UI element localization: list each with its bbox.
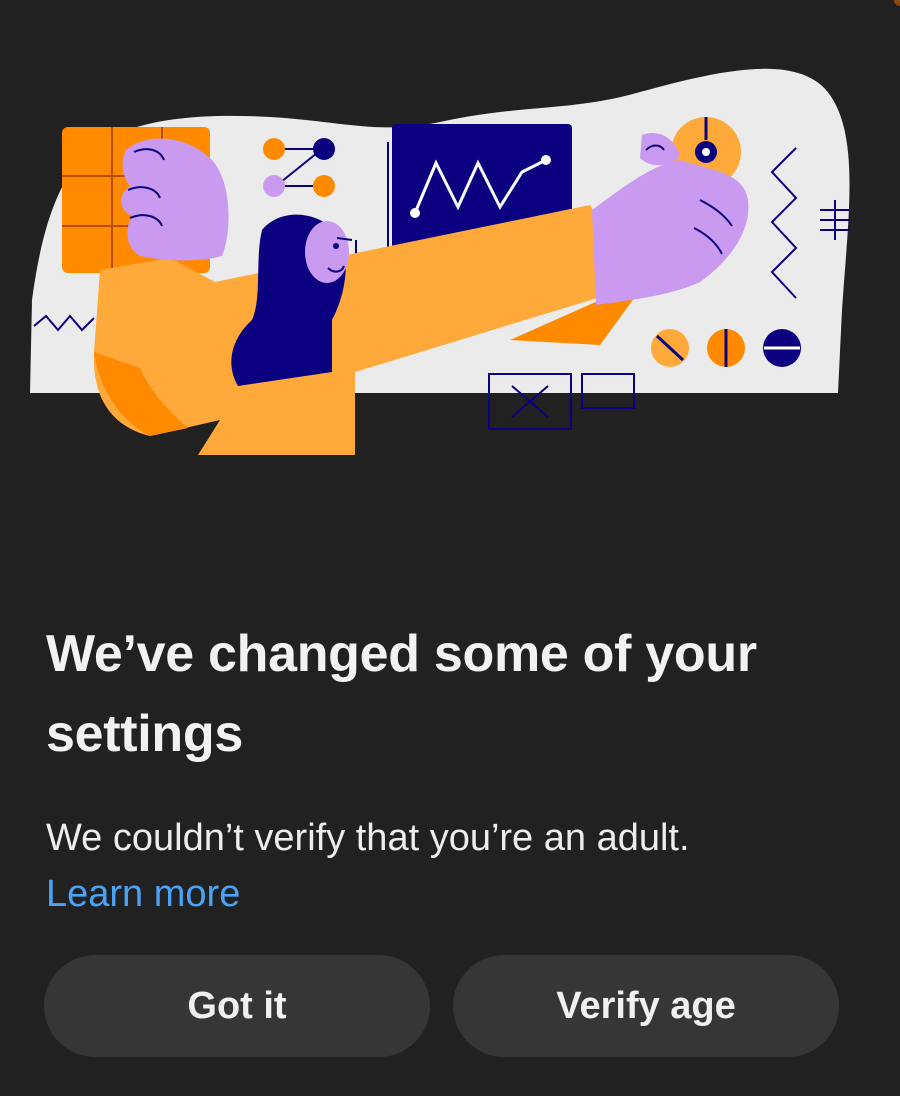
- got-it-button[interactable]: Got it: [44, 955, 430, 1057]
- settings-illustration: [0, 0, 900, 470]
- dialog-title: We’ve changed some of your settings: [46, 625, 757, 763]
- learn-more-link[interactable]: Learn more: [46, 873, 240, 915]
- verify-age-button[interactable]: Verify age: [453, 955, 839, 1057]
- dialog-message: We couldn’t verify that you’re an adult.…: [46, 810, 866, 922]
- settings-changed-dialog: We’ve changed some of your settings We c…: [0, 0, 900, 1096]
- dialog-message-text: We couldn’t verify that you’re an adult.: [46, 817, 690, 859]
